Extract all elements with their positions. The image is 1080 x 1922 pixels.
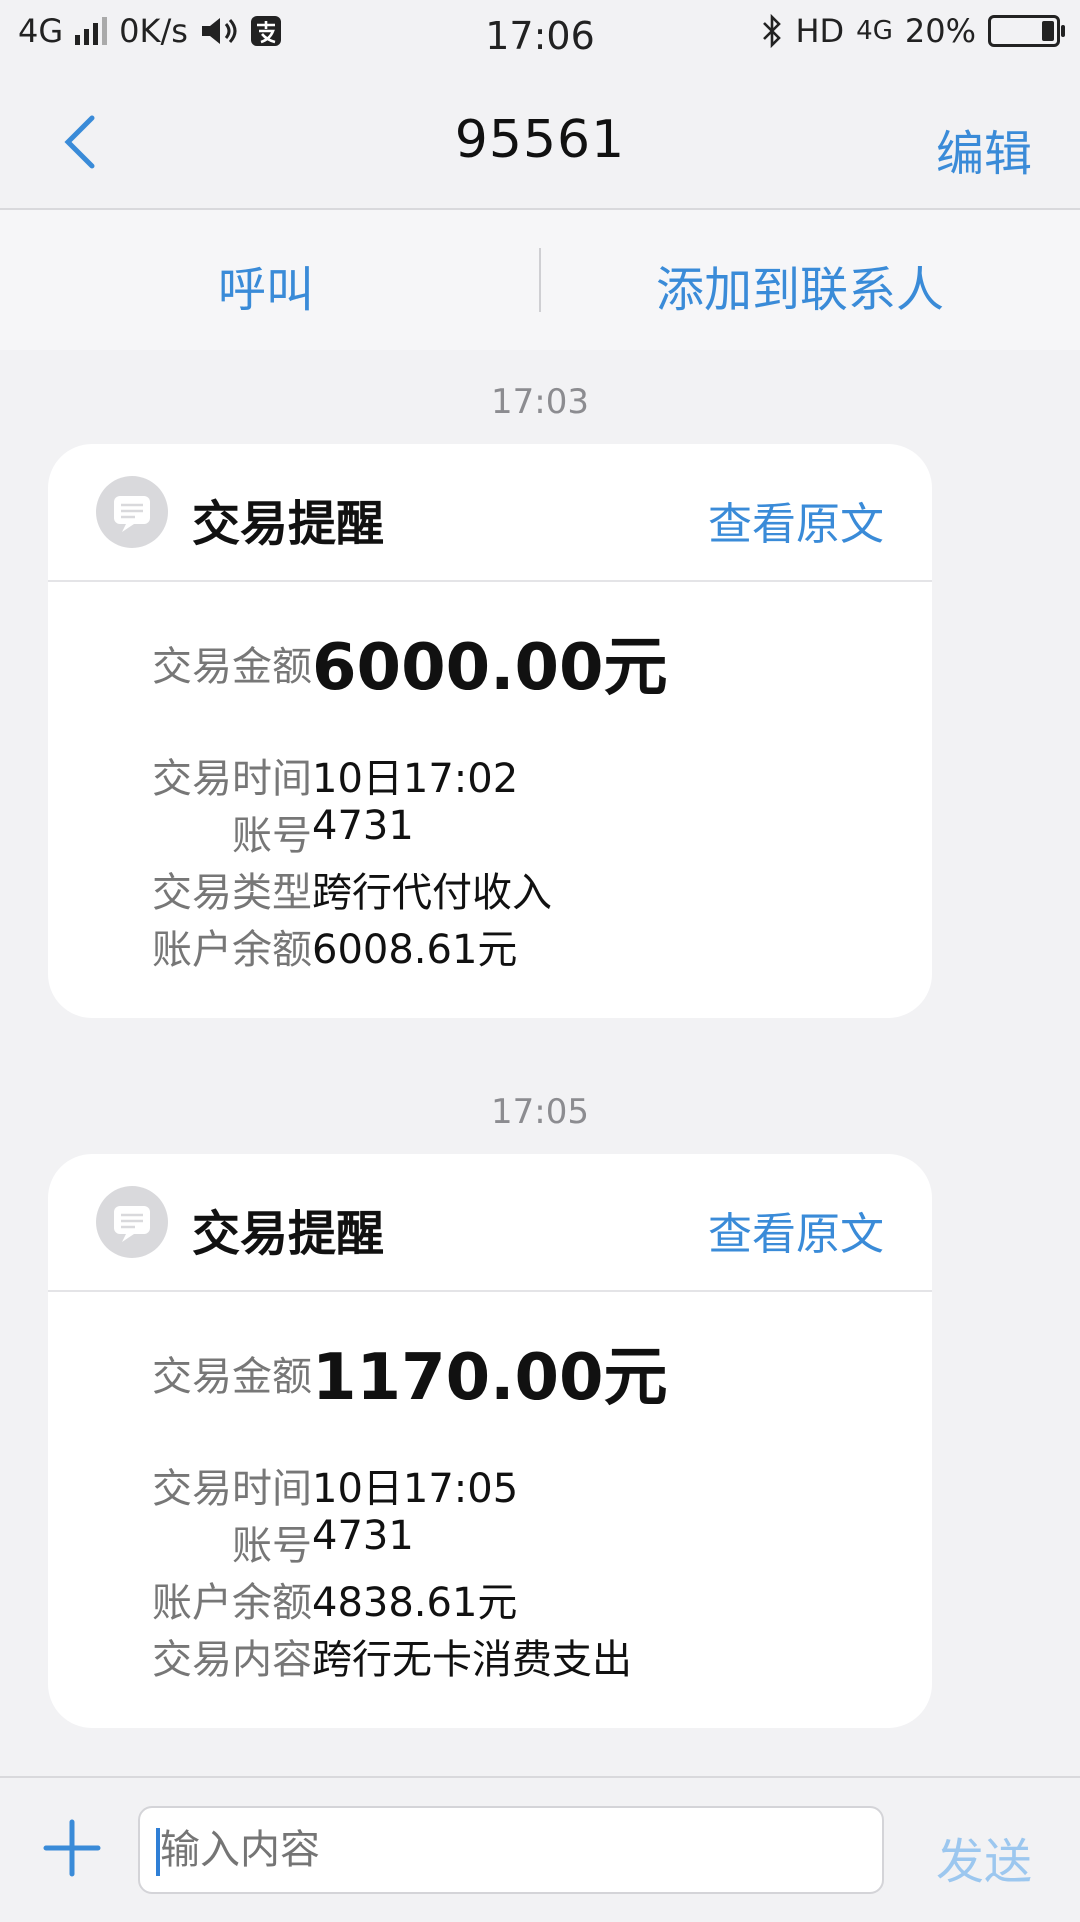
status-right: HD 4G 20% xyxy=(761,12,1065,50)
row-value: 跨行无卡消费支出 xyxy=(312,1637,632,1683)
amount-label: 交易金额 xyxy=(152,1354,312,1400)
message-input[interactable] xyxy=(138,1806,884,1894)
divider xyxy=(539,248,541,312)
row-label: 账户余额 xyxy=(152,1580,312,1626)
row-label: 交易内容 xyxy=(152,1637,312,1683)
edit-button[interactable]: 编辑 xyxy=(936,114,1032,184)
card-header: 交易提醒 查看原文 xyxy=(48,444,932,582)
card-title: 交易提醒 xyxy=(192,1206,385,1262)
call-button[interactable]: 呼叫 xyxy=(218,250,314,320)
amount-value: 1170.00元 xyxy=(312,1341,668,1415)
row-label: 账户余额 xyxy=(152,927,312,973)
amount-label: 交易金额 xyxy=(152,644,312,690)
row-label: 交易时间 xyxy=(152,756,312,802)
status-bar: 4G 0K/s 17:06 HD 4G 20% xyxy=(0,0,1080,72)
amount-value: 6000.00元 xyxy=(312,631,668,705)
row-value: 跨行代付收入 xyxy=(312,870,552,916)
row-value: 10日17:05 xyxy=(312,1466,519,1512)
message-timestamp: 17:05 xyxy=(491,1092,589,1132)
row-value: 4731 xyxy=(312,1513,414,1559)
network-type-right: 4G xyxy=(856,16,893,46)
page-title: 95561 xyxy=(454,110,626,170)
row-label: 交易类型 xyxy=(152,870,312,916)
message-card: 交易提醒 查看原文 交易金额 6000.00元 交易时间 10日17:02 账号… xyxy=(48,444,932,1018)
battery-fill xyxy=(1042,21,1054,41)
contact-actions: 呼叫 添加到联系人 xyxy=(0,210,1080,350)
composer-bar: 发送 xyxy=(0,1776,1080,1922)
row-value: 4838.61元 xyxy=(312,1580,518,1626)
hd-label: HD xyxy=(795,12,845,50)
message-card: 交易提醒 查看原文 交易金额 1170.00元 交易时间 10日17:05 账号… xyxy=(48,1154,932,1728)
battery-percent: 20% xyxy=(904,12,976,50)
row-value: 4731 xyxy=(312,803,414,849)
message-timestamp: 17:03 xyxy=(491,382,589,422)
card-header: 交易提醒 查看原文 xyxy=(48,1154,932,1292)
view-original-link[interactable]: 查看原文 xyxy=(708,488,884,552)
battery-icon xyxy=(988,15,1065,47)
message-icon xyxy=(96,476,168,548)
header: 95561 编辑 xyxy=(0,72,1080,210)
bluetooth-icon xyxy=(763,14,782,48)
row-label: 账号 xyxy=(232,1523,312,1569)
text-caret xyxy=(156,1828,160,1876)
message-icon xyxy=(96,1186,168,1258)
send-button[interactable]: 发送 xyxy=(936,1822,1032,1892)
add-contact-button[interactable]: 添加到联系人 xyxy=(656,250,944,320)
row-label: 交易时间 xyxy=(152,1466,312,1512)
row-value: 6008.61元 xyxy=(312,927,518,973)
plus-icon[interactable] xyxy=(40,1816,104,1880)
card-title: 交易提醒 xyxy=(192,496,385,552)
view-original-link[interactable]: 查看原文 xyxy=(708,1198,884,1262)
row-label: 账号 xyxy=(232,813,312,859)
row-value: 10日17:02 xyxy=(312,756,519,802)
